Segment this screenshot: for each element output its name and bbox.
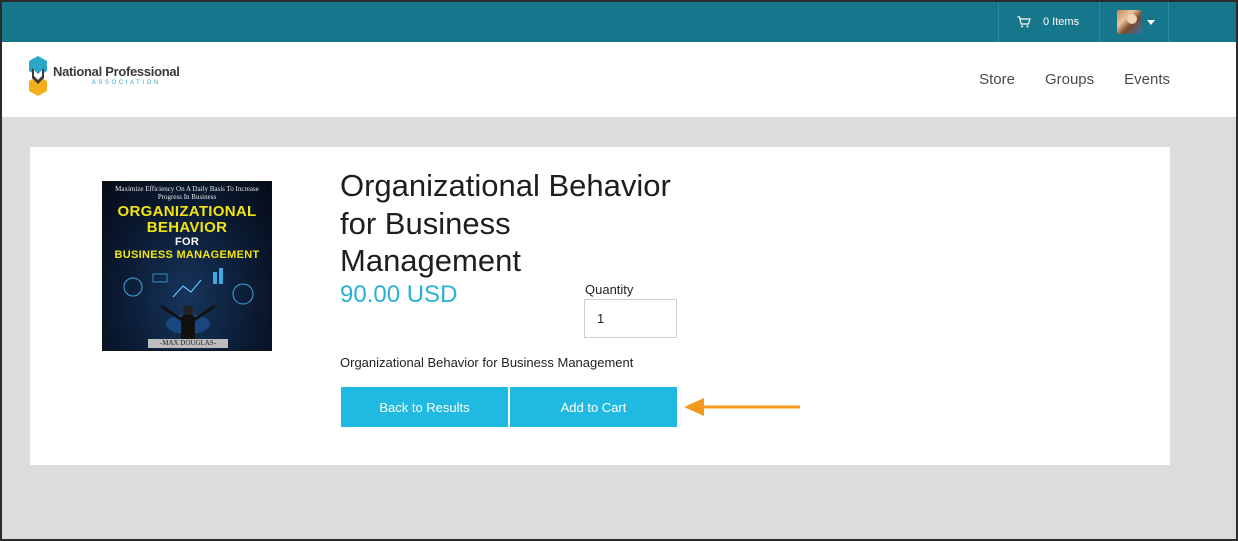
cover-author: -MAX DOUGLAS- bbox=[148, 339, 228, 348]
cover-tagline: Maximize Efficiency On A Daily Basis To … bbox=[115, 185, 259, 201]
product-cover-image: Maximize Efficiency On A Daily Basis To … bbox=[102, 181, 272, 351]
cover-title-line4: BUSINESS MANAGEMENT bbox=[114, 249, 260, 261]
avatar bbox=[1117, 10, 1141, 34]
cart-button[interactable]: 0 Items bbox=[998, 2, 1100, 42]
top-bar: 0 Items bbox=[2, 2, 1236, 42]
nav-groups[interactable]: Groups bbox=[1045, 71, 1094, 88]
user-menu-button[interactable] bbox=[1101, 2, 1169, 42]
main-nav: Store Groups Events bbox=[949, 71, 1170, 88]
product-title: Organizational Behavior for Business Man… bbox=[340, 168, 671, 278]
cover-title-line3: FOR bbox=[174, 236, 200, 248]
product-card: Maximize Efficiency On A Daily Basis To … bbox=[30, 147, 1170, 465]
logo-name: National Professional bbox=[53, 64, 180, 79]
logo-icon bbox=[29, 56, 47, 96]
site-header: National Professional ASSOCIATION Store … bbox=[2, 42, 1236, 117]
product-price: 90.00 USD bbox=[340, 281, 458, 308]
quantity-input[interactable] bbox=[584, 299, 677, 338]
product-description: Organizational Behavior for Business Man… bbox=[340, 355, 634, 370]
arrow-left-icon bbox=[684, 398, 800, 416]
add-to-cart-button[interactable]: Add to Cart bbox=[510, 387, 677, 427]
cover-title-line2: BEHAVIOR bbox=[146, 219, 228, 236]
logo-subtitle: ASSOCIATION bbox=[91, 80, 161, 86]
quantity-label: Quantity bbox=[585, 282, 634, 297]
cart-count-label: 0 Items bbox=[1043, 16, 1080, 28]
back-to-results-button[interactable]: Back to Results bbox=[341, 387, 508, 427]
cover-title-line1: ORGANIZATIONAL bbox=[117, 203, 257, 220]
chevron-down-icon bbox=[1147, 19, 1155, 25]
site-logo[interactable]: National Professional ASSOCIATION bbox=[28, 56, 180, 96]
nav-events[interactable]: Events bbox=[1124, 71, 1170, 88]
page-frame: 0 Items National Professional ASSOCIATIO… bbox=[0, 0, 1238, 541]
cover-artwork bbox=[123, 268, 254, 344]
cart-icon bbox=[1017, 16, 1031, 28]
nav-store[interactable]: Store bbox=[979, 71, 1015, 88]
